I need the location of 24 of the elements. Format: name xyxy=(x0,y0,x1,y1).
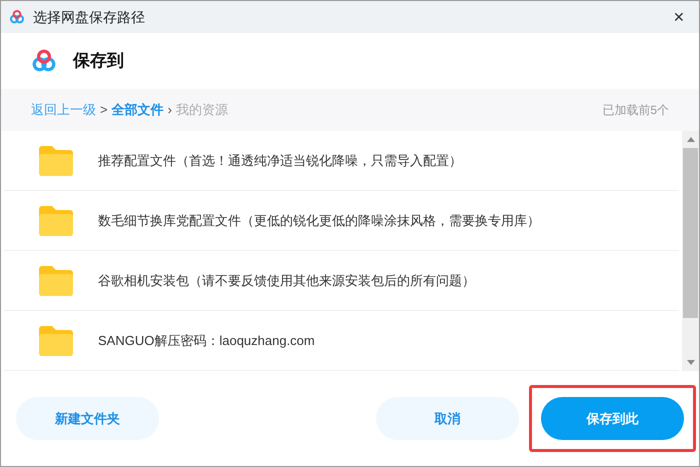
folder-row[interactable]: 谷歌相机安装包（请不要反馈使用其他来源安装包后的所有问题） xyxy=(4,251,679,311)
dialog-title: 保存到 xyxy=(73,50,124,72)
folder-icon xyxy=(37,324,75,356)
app-logo-icon xyxy=(9,9,25,25)
folder-name: 谷歌相机安装包（请不要反馈使用其他来源安装包后的所有问题） xyxy=(98,272,475,290)
loaded-count: 已加载前5个 xyxy=(602,102,669,119)
folder-name: 推荐配置文件（首选！通透纯净适当锐化降噪，只需导入配置） xyxy=(98,152,462,170)
scrollbar[interactable] xyxy=(682,131,699,371)
close-button[interactable]: ✕ xyxy=(659,1,699,33)
scroll-down-icon[interactable] xyxy=(686,360,694,365)
folder-icon xyxy=(37,204,75,236)
folder-icon xyxy=(37,264,75,296)
window-title: 选择网盘保存路径 xyxy=(33,8,145,26)
breadcrumb-separator: › xyxy=(166,101,173,120)
folder-row[interactable]: SANGUO解压密码：laoquzhang.com xyxy=(4,311,679,371)
folder-name: 数毛细节换库党配置文件（更低的锐化更低的降噪涂抹风格，需要换专用库） xyxy=(98,212,540,230)
scroll-up-icon[interactable] xyxy=(686,137,694,142)
cloud-logo-icon xyxy=(31,48,57,74)
breadcrumb-item: 我的资源 xyxy=(176,101,228,120)
folder-row[interactable]: 数毛细节换库党配置文件（更低的锐化更低的降噪涂抹风格，需要换专用库） xyxy=(4,191,679,251)
folder-row[interactable]: 推荐配置文件（首选！通透纯净适当锐化降噪，只需导入配置） xyxy=(4,131,679,191)
folder-icon xyxy=(37,144,75,176)
breadcrumb-separator: > xyxy=(99,101,109,120)
folder-name: SANGUO解压密码：laoquzhang.com xyxy=(98,332,315,350)
